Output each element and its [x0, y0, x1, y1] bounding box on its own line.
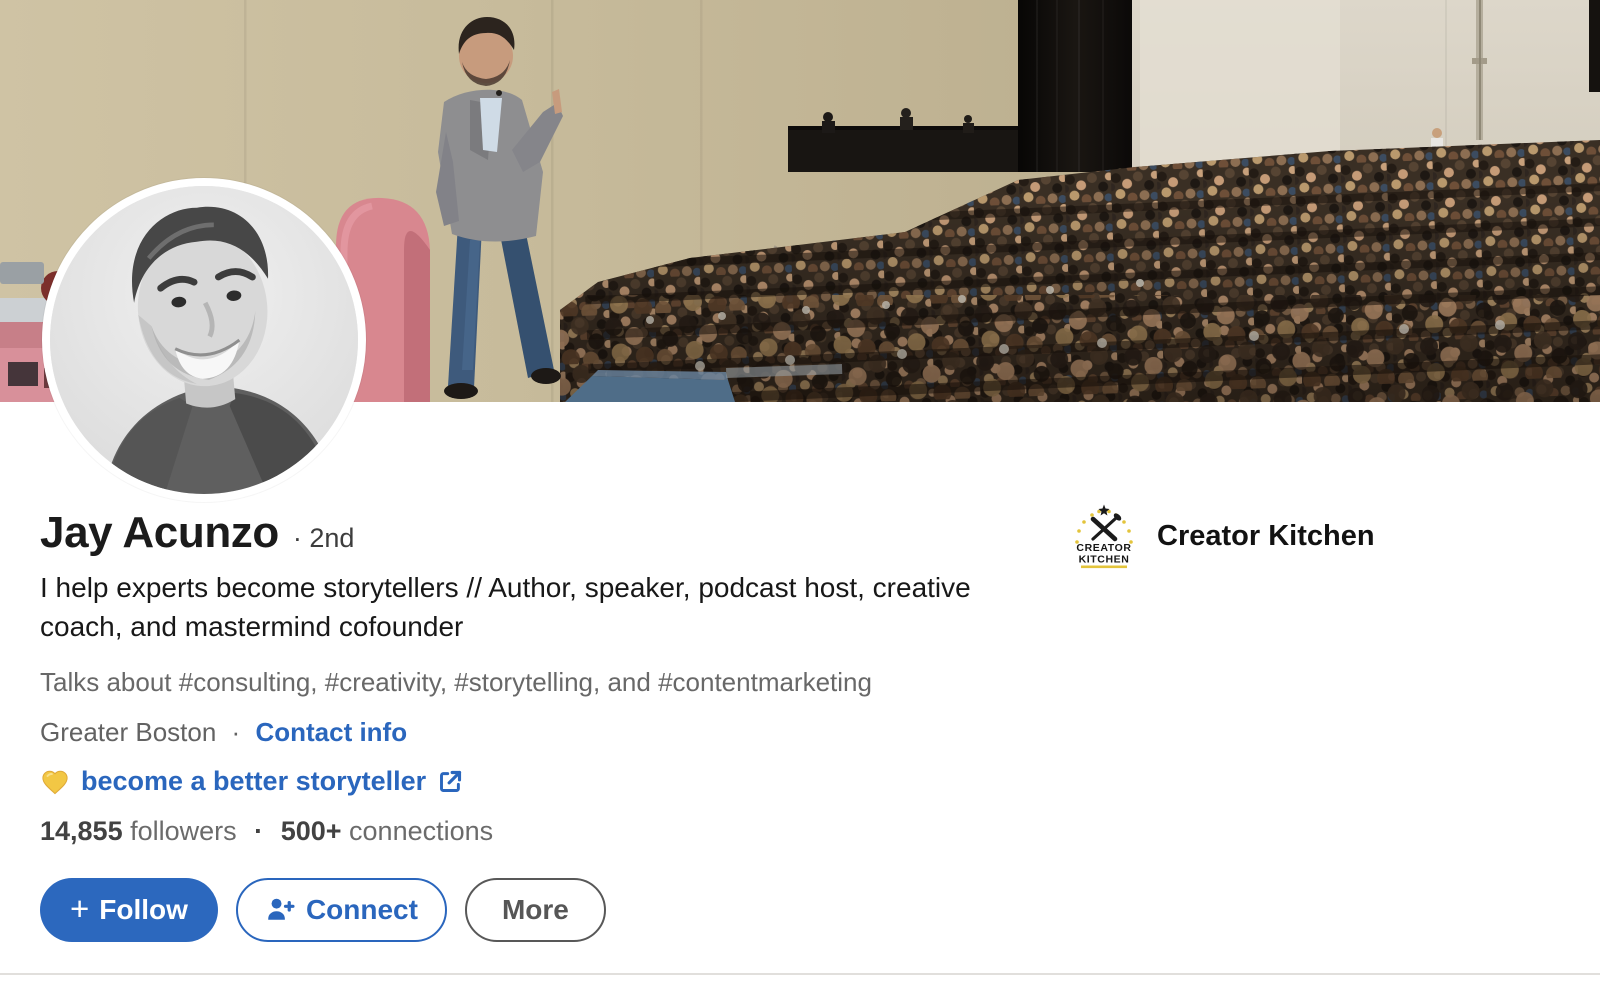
creator-kitchen-logo: CREATOR KITCHEN [1068, 502, 1140, 570]
connections-link[interactable]: 500+ connections [281, 816, 493, 846]
person-add-icon [265, 895, 295, 925]
follow-button[interactable]: + Follow [40, 878, 218, 942]
website-row: become a better storyteller [40, 766, 1050, 797]
location: Greater Boston [40, 717, 216, 747]
external-link-icon [437, 768, 464, 795]
dot-separator: · [254, 816, 263, 846]
dot-separator: · [232, 717, 241, 747]
logo-text-line1: CREATOR [1076, 542, 1131, 554]
profile-headline: I help experts become storytellers // Au… [40, 568, 1002, 646]
profile-photo[interactable] [42, 178, 366, 502]
logo-text-line2: KITCHEN [1079, 554, 1130, 566]
plus-icon: + [70, 890, 89, 928]
name-row: Jay Acunzo · 2nd [40, 508, 1050, 558]
more-button-label: More [502, 894, 569, 926]
card-bottom-divider [0, 973, 1600, 975]
followers-label: followers [130, 816, 237, 846]
talks-about: Talks about #consulting, #creativity, #s… [40, 667, 1050, 698]
profile-name: Jay Acunzo [40, 508, 279, 558]
connections-count: 500+ [281, 816, 342, 846]
website-link[interactable]: become a better storyteller [81, 766, 426, 797]
profile-intro-section: Jay Acunzo · 2nd I help experts become s… [40, 508, 1050, 942]
followers-count: 14,855 [40, 816, 123, 846]
network-stats-row: 14,855 followers · 500+ connections [40, 816, 1050, 847]
yellow-heart-icon [40, 768, 70, 796]
profile-photo-image [50, 186, 358, 494]
connection-degree-badge: · 2nd [293, 523, 355, 554]
location-row: Greater Boston · Contact info [40, 717, 1050, 748]
profile-actions: + Follow Connect More [40, 878, 1050, 942]
contact-info-link[interactable]: Contact info [255, 717, 407, 747]
connections-label: connections [349, 816, 493, 846]
connect-button-label: Connect [306, 894, 418, 926]
company-name: Creator Kitchen [1157, 520, 1375, 553]
profile-page: Jay Acunzo · 2nd I help experts become s… [0, 0, 1600, 984]
connect-button[interactable]: Connect [236, 878, 447, 942]
current-company[interactable]: CREATOR KITCHEN Creator Kitchen [1068, 502, 1375, 570]
follow-button-label: Follow [99, 894, 188, 926]
more-button[interactable]: More [465, 878, 606, 942]
